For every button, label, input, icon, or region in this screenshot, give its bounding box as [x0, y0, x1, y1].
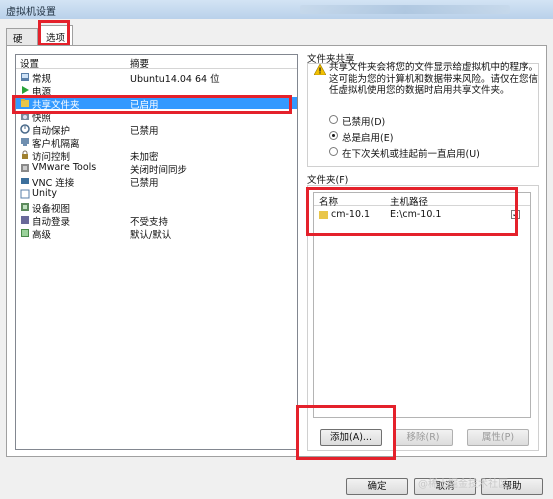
ok-button[interactable]: 确定 [346, 478, 408, 495]
folder-host-path: E:\cm-10.1 [390, 209, 442, 220]
settings-item-label: 客户机隔离 [32, 139, 80, 150]
folders-table[interactable]: 名称 主机路径 cm-10.1 E:\cm-10.1 ✓ [313, 192, 531, 418]
settings-list-header: 设置 摘要 [16, 55, 297, 70]
radio-label: 总是启用(E) [342, 133, 394, 144]
device-view-icon [20, 202, 30, 212]
folder-properties-button[interactable]: 属性(P) [467, 429, 529, 446]
unity-icon [20, 189, 30, 199]
settings-item-isolation[interactable]: 客户机隔离 [16, 136, 297, 150]
autoprotect-icon [20, 124, 30, 134]
settings-item-autoprotect[interactable]: 自动保护 已禁用 [16, 123, 297, 137]
watermark: @稀土掘金技术社区 [418, 479, 508, 490]
tab-options[interactable]: 选项 [39, 25, 73, 46]
radio-label: 已禁用(D) [342, 117, 386, 128]
settings-item-general[interactable]: 常规 Ubuntu14.04 64 位 [16, 71, 297, 85]
column-header-setting[interactable]: 设置 [20, 56, 39, 70]
folders-table-header: 名称 主机路径 [314, 193, 530, 208]
settings-item-summary: 关闭时间同步 [130, 165, 188, 176]
settings-item-label: 设备视图 [32, 204, 71, 215]
settings-item-summary: 已启用 [130, 100, 159, 111]
folder-enabled-checkbox[interactable]: ✓ [511, 210, 520, 219]
tab-hardware[interactable]: 硬件 [6, 28, 38, 59]
power-play-icon [20, 85, 30, 95]
column-header-name[interactable]: 名称 [319, 194, 338, 208]
radio-button[interactable] [329, 115, 338, 124]
settings-item-access-control[interactable]: 访问控制 未加密 [16, 149, 297, 163]
vmware-tools-icon [20, 163, 30, 173]
settings-item-device-view[interactable]: 设备视图 [16, 201, 297, 215]
shared-folder-icon [319, 210, 328, 222]
general-icon [20, 72, 30, 82]
settings-item-autologin[interactable]: 自动登录 不受支持 [16, 214, 297, 228]
settings-item-label: 快照 [32, 113, 52, 124]
settings-item-label: 常规 [32, 74, 52, 85]
title-bar-blurred-area [300, 5, 510, 14]
settings-item-label: 自动登录 [32, 217, 71, 228]
settings-item-advanced[interactable]: 高级 默认/默认 [16, 227, 297, 241]
settings-item-shared-folders[interactable]: 共享文件夹 已启用 [16, 97, 297, 111]
settings-item-label: VNC 连接 [32, 178, 75, 189]
settings-item-label: 高级 [32, 230, 52, 241]
isolation-icon [20, 137, 30, 147]
remove-folder-button[interactable]: 移除(R) [393, 429, 453, 446]
settings-item-label: VMware Tools [32, 162, 97, 173]
radio-label: 在下次关机或挂起前一直启用(U) [342, 149, 480, 160]
shared-folder-icon [20, 98, 30, 108]
folder-sharing-warning: 共享文件夹会将您的文件显示给虚拟机中的程序。这可能为您的计算机和数据带来风险。请… [329, 62, 539, 96]
snapshot-icon [20, 111, 30, 121]
settings-item-power[interactable]: 电源 [16, 84, 297, 98]
warning-icon [313, 63, 327, 78]
settings-item-unity[interactable]: Unity [16, 188, 297, 200]
settings-item-summary: 已禁用 [130, 126, 159, 137]
column-header-host-path[interactable]: 主机路径 [390, 194, 428, 208]
settings-item-label: 自动保护 [32, 126, 71, 137]
settings-item-summary: 不受支持 [130, 217, 169, 228]
settings-item-label: Unity [32, 188, 57, 199]
settings-item-summary: Ubuntu14.04 64 位 [130, 74, 220, 85]
settings-item-label: 共享文件夹 [32, 100, 80, 111]
dialog-body: 硬件 选项 设置 摘要 常规 Ubuntu14.04 64 位 电源 共享文件夹 [0, 19, 553, 499]
folders-title: 文件夹(F) [307, 175, 349, 186]
settings-item-label: 访问控制 [32, 152, 71, 163]
advanced-icon [20, 228, 30, 238]
settings-item-snapshots[interactable]: 快照 [16, 110, 297, 124]
settings-list[interactable]: 设置 摘要 常规 Ubuntu14.04 64 位 电源 共享文件夹 已启用 快… [15, 54, 298, 450]
add-folder-button[interactable]: 添加(A)... [320, 429, 382, 446]
settings-item-summary: 已禁用 [130, 178, 159, 189]
autologin-icon [20, 215, 30, 225]
window-title: 虚拟机设置 [6, 7, 56, 18]
folder-name: cm-10.1 [331, 209, 371, 220]
settings-item-vmware-tools[interactable]: VMware Tools 关闭时间同步 [16, 162, 297, 176]
access-control-icon [20, 150, 30, 160]
vnc-icon [20, 176, 30, 186]
settings-item-summary: 默认/默认 [130, 230, 172, 241]
radio-button[interactable] [329, 147, 338, 156]
column-header-summary[interactable]: 摘要 [130, 56, 149, 70]
settings-item-vnc[interactable]: VNC 连接 已禁用 [16, 175, 297, 189]
options-panel: 设置 摘要 常规 Ubuntu14.04 64 位 电源 共享文件夹 已启用 快… [6, 45, 547, 457]
table-row[interactable]: cm-10.1 E:\cm-10.1 ✓ [314, 208, 530, 221]
settings-item-summary: 未加密 [130, 152, 159, 163]
settings-item-label: 电源 [32, 87, 52, 98]
radio-button-checked[interactable] [329, 131, 338, 140]
title-bar: 虚拟机设置 [0, 0, 553, 19]
